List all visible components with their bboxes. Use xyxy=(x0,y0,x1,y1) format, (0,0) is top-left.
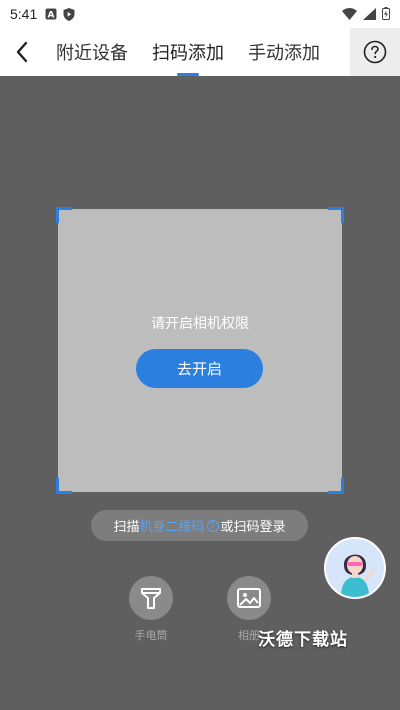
scan-corner-bottom-right xyxy=(328,478,344,494)
flashlight-button[interactable] xyxy=(129,576,173,620)
wifi-icon xyxy=(342,5,357,24)
flashlight-label: 手电筒 xyxy=(134,629,168,642)
status-bar: 5:41 A xyxy=(0,0,400,28)
image-icon xyxy=(237,588,261,608)
scan-hint-prefix: 扫描 xyxy=(113,520,140,535)
scan-corner-bottom-left xyxy=(56,478,72,494)
scan-hint-suffix: 或扫码登录 xyxy=(220,520,286,535)
top-navigation: 附近设备 扫码添加 手动添加 xyxy=(0,28,400,76)
album-button[interactable] xyxy=(227,576,271,620)
tab-scan-add[interactable]: 扫码添加 xyxy=(140,28,236,76)
scan-corner-top-right xyxy=(328,207,344,223)
signal-icon xyxy=(363,5,376,24)
back-button[interactable] xyxy=(0,28,44,76)
scan-corner-top-left xyxy=(56,207,72,223)
scan-hint: 扫描 机身二维码 ? 或扫码登录 xyxy=(91,510,308,541)
question-circle-icon xyxy=(363,40,387,64)
tab-manual-add[interactable]: 手动添加 xyxy=(236,28,332,76)
assistant-avatar-icon xyxy=(326,539,384,597)
shield-play-icon xyxy=(63,7,75,21)
question-mark-icon[interactable]: ? xyxy=(206,519,219,532)
camera-permission-text: 请开启相机权限 xyxy=(151,316,249,332)
assistant-avatar[interactable] xyxy=(324,537,386,599)
chevron-left-icon xyxy=(16,41,28,63)
flashlight-icon xyxy=(141,588,161,609)
flashlight-tool[interactable]: 手电筒 xyxy=(121,576,181,643)
help-button[interactable] xyxy=(350,28,400,76)
device-qr-link[interactable]: 机身二维码 xyxy=(139,516,204,535)
status-time: 5:41 xyxy=(10,6,38,22)
battery-icon xyxy=(382,5,390,24)
album-label: 相册 xyxy=(238,629,260,642)
watermark-text: 沃德下载站 xyxy=(258,630,348,650)
notification-a-icon: A xyxy=(45,8,57,20)
tab-nearby-devices[interactable]: 附近设备 xyxy=(44,28,140,76)
scan-frame: 请开启相机权限 去开启 xyxy=(56,207,344,494)
open-camera-button[interactable]: 去开启 xyxy=(136,349,263,388)
svg-text:A: A xyxy=(48,11,55,21)
tab-bar: 附近设备 扫码添加 手动添加 xyxy=(44,28,350,76)
